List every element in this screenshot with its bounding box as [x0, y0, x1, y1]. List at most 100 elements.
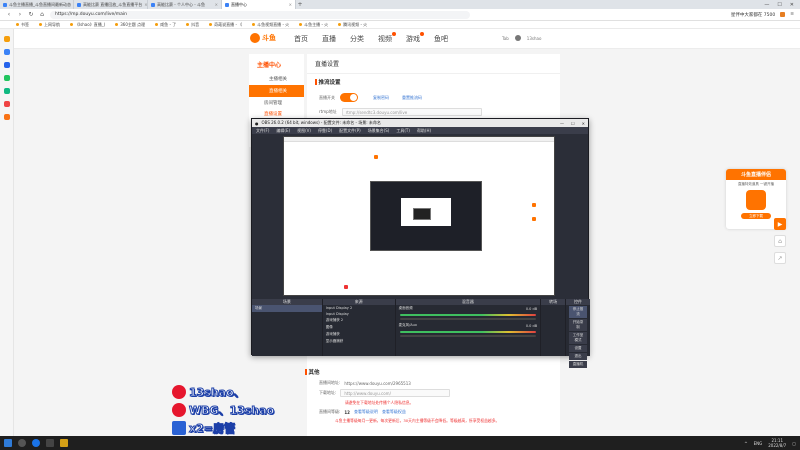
settings-button[interactable]: 设置: [569, 345, 587, 352]
download-button[interactable]: 立即下载: [741, 213, 771, 219]
home-icon[interactable]: ⌂: [39, 11, 45, 18]
extension-icon[interactable]: [780, 12, 786, 17]
search-icon[interactable]: [18, 439, 26, 447]
bookmark-label: 《Ishao》直播_(: [75, 21, 106, 27]
nav-item-game[interactable]: 游戏: [406, 32, 424, 44]
bookmark-item[interactable]: 《Ishao》直播_(: [70, 22, 105, 28]
bookmark-item[interactable]: 咸鱼 - 了: [155, 22, 176, 28]
bookmark-icon: [115, 23, 119, 26]
obs-menu-item[interactable]: 视图(V): [297, 128, 311, 134]
source-item[interactable]: 图像: [323, 324, 395, 331]
menu-icon[interactable]: ≡: [790, 12, 794, 17]
new-tab-button[interactable]: +: [296, 1, 304, 8]
obs-menu-item[interactable]: 工具(T): [396, 128, 410, 134]
bookmark-item[interactable]: 上网导航: [39, 22, 60, 28]
forward-icon[interactable]: ›: [17, 11, 23, 18]
source-item[interactable]: 游戏捕获 2: [323, 317, 395, 324]
close-icon[interactable]: ✕: [582, 121, 585, 126]
obs-menu-item[interactable]: 场景集合(S): [368, 128, 390, 134]
nav-item-live[interactable]: 直播: [322, 34, 336, 44]
obs-menu-item[interactable]: 停靠(D): [318, 128, 332, 134]
volume-slider[interactable]: [399, 335, 537, 337]
app-taskbar-icon[interactable]: [60, 439, 68, 447]
obs-menu-item[interactable]: 帮助(H): [417, 128, 431, 134]
notification-icon[interactable]: ▢: [792, 441, 796, 446]
play-icon[interactable]: ▶: [774, 218, 786, 230]
start-icon[interactable]: [4, 439, 12, 447]
live-machine-button[interactable]: 直播机: [569, 361, 587, 368]
download-url-field[interactable]: http://www.douyu.com/: [340, 389, 451, 397]
bookmark-item[interactable]: 奇葩说直播 - 《: [209, 22, 242, 28]
maximize-icon[interactable]: ☐: [777, 2, 781, 8]
stream-toggle[interactable]: [340, 93, 358, 102]
sidebar-app-icon[interactable]: [3, 114, 10, 120]
start-recording-button[interactable]: 开始录制: [569, 319, 587, 331]
reload-icon[interactable]: ↻: [28, 11, 34, 18]
level-rights-link[interactable]: 查看等级权益: [382, 409, 406, 415]
room-url-value[interactable]: https://www.douyu.com/2965513: [344, 381, 410, 386]
sidebar-app-icon[interactable]: [3, 101, 10, 107]
windows-taskbar: ^ ENG 21:11 2022/8/7 ▢: [0, 436, 800, 450]
submenu-room-manage[interactable]: 房间管理: [249, 97, 304, 108]
browser-promo-text[interactable]: 星伴中大家都在 7500: [731, 12, 775, 18]
user-tab-link[interactable]: Tab: [502, 36, 509, 41]
browser-tab-active[interactable]: 直播中心 ×: [222, 0, 296, 9]
rtmp-field[interactable]: rtmp://sendtc3.douyu.com/live: [341, 108, 482, 116]
sidebar-app-icon[interactable]: [3, 62, 10, 68]
nav-item-yuba[interactable]: 鱼吧: [434, 34, 448, 44]
obs-menu-item[interactable]: 文件(F): [256, 128, 269, 134]
obs-menu-item[interactable]: 配置文件(P): [339, 128, 361, 134]
volume-slider[interactable]: [399, 318, 537, 320]
exit-button[interactable]: 退出: [569, 353, 587, 360]
sidebar-app-icon[interactable]: [3, 75, 10, 81]
studio-mode-button[interactable]: 工作室模式: [569, 332, 587, 344]
nav-item-video[interactable]: 视频: [378, 32, 396, 44]
scene-item[interactable]: 场景: [252, 305, 322, 312]
bookmark-item[interactable]: 书签: [16, 22, 29, 28]
username[interactable]: 13shao: [527, 36, 542, 41]
close-tab-icon[interactable]: ×: [289, 2, 292, 7]
maximize-icon[interactable]: ☐: [571, 121, 575, 126]
minimize-icon[interactable]: —: [560, 121, 564, 126]
sidebar-app-icon[interactable]: [3, 49, 10, 55]
menu-item-anchor[interactable]: 主播相关: [249, 73, 304, 85]
obs-preview-canvas[interactable]: [283, 136, 555, 296]
level-desc-link[interactable]: 查看等级说明: [354, 409, 378, 415]
back-icon[interactable]: ‹: [6, 11, 12, 18]
feedback-icon[interactable]: ⌂: [774, 235, 786, 247]
bookmark-item[interactable]: 斗鱼主播 - 火: [299, 22, 328, 28]
menu-item-live[interactable]: 直播相关: [249, 85, 304, 97]
clock[interactable]: 21:11 2022/8/7: [768, 438, 786, 448]
nav-item-home[interactable]: 首页: [294, 34, 308, 44]
close-tab-icon[interactable]: ×: [215, 2, 218, 7]
close-icon[interactable]: ✕: [790, 2, 794, 8]
sidebar-app-icon[interactable]: [3, 36, 10, 42]
bookmark-item[interactable]: 抖音: [186, 22, 199, 28]
address-bar: ‹ › ↻ ⌂ https://mp.douyu.com/live/main 星…: [0, 9, 800, 21]
tray-arrow-icon[interactable]: ^: [744, 441, 747, 446]
source-item[interactable]: 显示器捕获: [323, 338, 395, 345]
sidebar-app-icon[interactable]: [3, 88, 10, 94]
bookmark-item[interactable]: 斗鱼视频直播 - 火: [252, 22, 289, 28]
nav-item-category[interactable]: 分类: [350, 34, 364, 44]
stop-streaming-button[interactable]: 停止推流: [569, 306, 587, 318]
avatar[interactable]: [514, 35, 521, 41]
obs-menu-item[interactable]: 编辑(E): [276, 128, 290, 134]
reset-stream-key-link[interactable]: 重置推流码: [402, 95, 422, 101]
browser-tab[interactable]: 高能比赛 直播回放_斗鱼直播平台 ×: [74, 0, 148, 9]
site-logo[interactable]: 斗鱼: [250, 33, 276, 43]
share-icon[interactable]: ↗: [774, 252, 786, 264]
source-item[interactable]: 游戏捕获: [323, 331, 395, 338]
weibo-icon: [172, 403, 186, 417]
obs-taskbar-icon[interactable]: [46, 439, 54, 447]
browser-tab[interactable]: 高能比赛 - 个人中心 - 斗鱼 ×: [148, 0, 222, 9]
browser-taskbar-icon[interactable]: [32, 439, 40, 447]
url-input[interactable]: https://mp.douyu.com/live/main: [50, 10, 470, 19]
minimize-icon[interactable]: —: [764, 2, 769, 8]
copy-password-link[interactable]: 复制密码: [373, 95, 389, 101]
obs-title-text: OBS 26.0.2 (64 bit, windows) - 配置文件: 未命名…: [261, 120, 381, 125]
bookmark-item[interactable]: 腾讯视频 - 火: [338, 22, 367, 28]
browser-tab[interactable]: 斗鱼主播直播_斗鱼直播间最新动态×: [0, 0, 74, 9]
input-language[interactable]: ENG: [754, 441, 763, 446]
bookmark-item[interactable]: 360主题 点理: [115, 22, 145, 28]
